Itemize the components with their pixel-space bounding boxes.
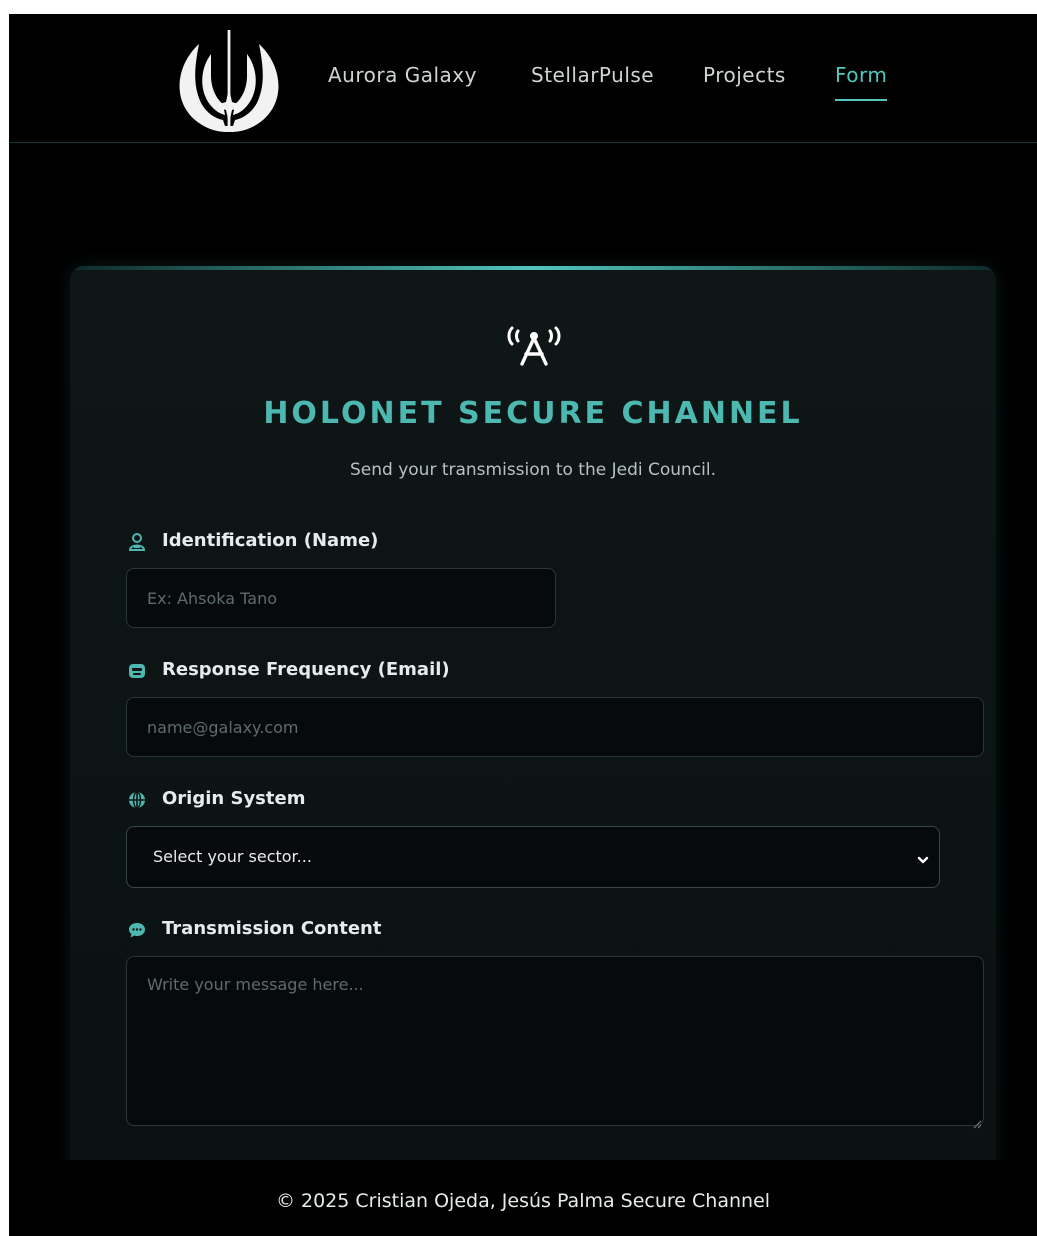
- origin-select-value: Select your sector...: [153, 847, 312, 866]
- form-title: HOLONET SECURE CHANNEL: [263, 396, 803, 431]
- page-frame: Aurora Galaxy StellarPulse Projects Form…: [9, 14, 1037, 1236]
- message-textarea[interactable]: [126, 956, 984, 1126]
- nav-link-aurora-galaxy[interactable]: Aurora Galaxy: [328, 63, 477, 87]
- nav-link-stellarpulse[interactable]: StellarPulse: [531, 63, 654, 87]
- top-navbar: Aurora Galaxy StellarPulse Projects Form: [9, 14, 1037, 143]
- resize-handle-icon[interactable]: [972, 1114, 982, 1129]
- nav-link-form[interactable]: Form: [835, 63, 888, 101]
- nav-link-form-label: Form: [835, 63, 888, 87]
- email-input[interactable]: [126, 697, 984, 757]
- origin-system-select[interactable]: Select your sector...: [126, 826, 940, 888]
- message-label-text: Transmission Content: [162, 918, 382, 939]
- user-icon: [128, 533, 146, 551]
- jedi-order-emblem-icon[interactable]: [169, 24, 289, 139]
- globe-icon: [128, 791, 146, 809]
- name-label-text: Identification (Name): [162, 530, 379, 551]
- form-subtitle: Send your transmission to the Jedi Counc…: [349, 460, 717, 480]
- holonet-form-card: HOLONET SECURE CHANNEL Send your transmi…: [70, 266, 996, 1236]
- robot-icon: [128, 662, 146, 680]
- card-accent-line: [70, 266, 996, 270]
- footer-copyright: © 2025 Cristian Ojeda, Jesús Palma Secur…: [275, 1190, 771, 1212]
- antenna-broadcast-icon: [504, 320, 564, 366]
- nav-link-projects[interactable]: Projects: [703, 63, 786, 87]
- origin-label-text: Origin System: [162, 788, 306, 809]
- name-input[interactable]: [126, 568, 556, 628]
- speech-bubble-icon: [128, 921, 146, 939]
- active-nav-underline: [835, 99, 888, 101]
- email-label-text: Response Frequency (Email): [162, 659, 450, 680]
- chevron-down-icon: [917, 851, 929, 864]
- footer: © 2025 Cristian Ojeda, Jesús Palma Secur…: [9, 1160, 1037, 1236]
